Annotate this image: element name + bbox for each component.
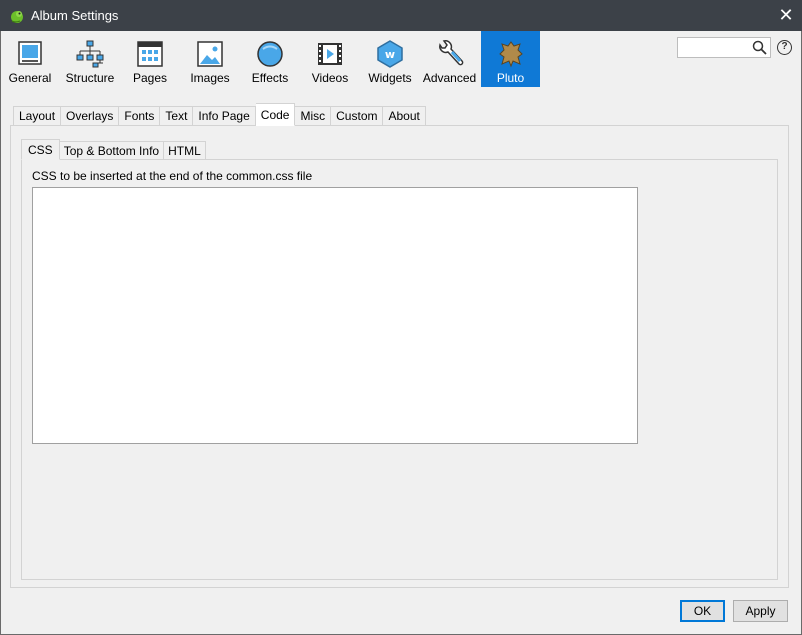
search-box[interactable] <box>677 37 771 58</box>
toolbar-effects[interactable]: Effects <box>247 31 293 87</box>
tab-top-bottom-info[interactable]: Top & Bottom Info <box>59 141 165 160</box>
tab-html[interactable]: HTML <box>164 141 206 160</box>
pages-icon <box>137 41 163 67</box>
widgets-icon: w <box>377 40 403 68</box>
ok-button[interactable]: OK <box>680 600 725 622</box>
css-editor[interactable] <box>32 187 638 444</box>
pluto-icon <box>498 41 523 68</box>
title-bar: Album Settings ✕ <box>0 0 802 31</box>
search-icon[interactable] <box>752 40 767 55</box>
app-logo-icon <box>11 10 23 23</box>
tab-info-page[interactable]: Info Page <box>193 106 256 126</box>
window-title: Album Settings <box>31 8 119 23</box>
tab-overlays[interactable]: Overlays <box>61 106 120 126</box>
tab-about[interactable]: About <box>383 106 426 126</box>
help-icon[interactable]: ? <box>777 40 792 55</box>
toolbar-images[interactable]: Images <box>187 31 233 87</box>
inner-tab-bar: CSS Top & Bottom Info HTML <box>21 139 206 160</box>
general-icon <box>18 41 42 65</box>
structure-icon <box>76 40 104 68</box>
wrench-icon <box>438 40 463 66</box>
tab-layout[interactable]: Layout <box>13 106 62 126</box>
svg-text:w: w <box>385 48 395 61</box>
apply-button[interactable]: Apply <box>733 600 788 622</box>
toolbar-general[interactable]: General <box>6 31 54 87</box>
tab-fonts[interactable]: Fonts <box>119 106 161 126</box>
tab-code[interactable]: Code <box>255 103 296 126</box>
toolbar-videos[interactable]: Videos <box>308 31 352 87</box>
effects-icon <box>257 41 283 67</box>
images-icon <box>197 41 223 67</box>
outer-tab-bar: Layout Overlays Fonts Text Info Page Cod… <box>13 103 426 126</box>
tab-misc[interactable]: Misc <box>295 106 332 126</box>
videos-icon <box>318 43 342 65</box>
toolbar-pluto[interactable]: Pluto <box>481 31 540 87</box>
toolbar-advanced[interactable]: Advanced <box>422 31 477 87</box>
css-editor-label: CSS to be inserted at the end of the com… <box>32 169 313 183</box>
toolbar-widgets[interactable]: w Widgets <box>366 31 414 87</box>
toolbar-pages[interactable]: Pages <box>127 31 173 87</box>
close-button[interactable]: ✕ <box>770 0 802 31</box>
search-input[interactable] <box>680 39 750 56</box>
close-icon: ✕ <box>778 5 794 25</box>
tab-custom[interactable]: Custom <box>331 106 384 126</box>
tab-text[interactable]: Text <box>160 106 194 126</box>
toolbar-structure[interactable]: Structure <box>64 31 116 87</box>
tab-css[interactable]: CSS <box>21 139 60 160</box>
